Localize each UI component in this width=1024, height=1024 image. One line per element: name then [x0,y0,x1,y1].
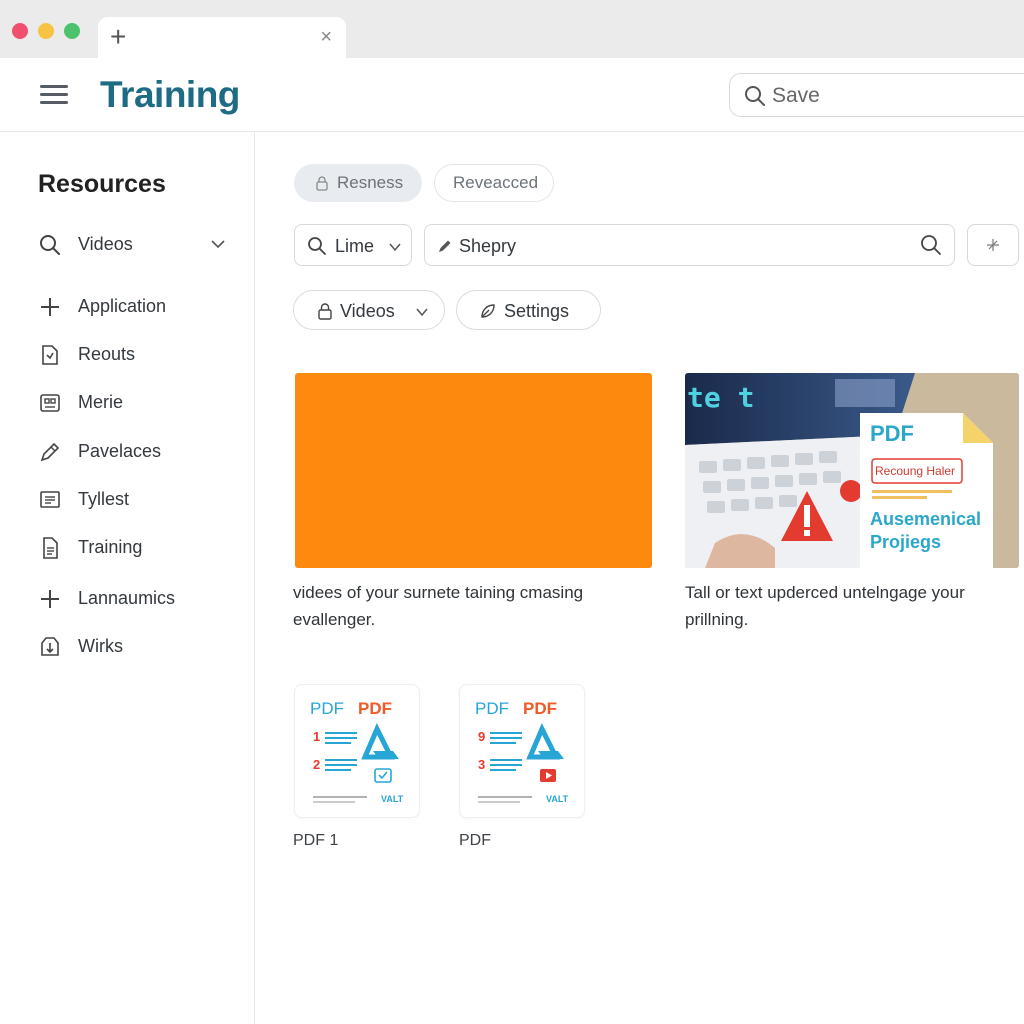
video-card-description-2: Tall or text upderced untelngage your pr… [685,583,965,629]
search-icon [308,237,326,255]
sidebar-item-label: Training [78,537,143,557]
sidebar: Resources Videos Application Reouts Meri… [0,132,255,1024]
tab-label: Resness [337,173,404,192]
pdf-thumbnail-2[interactable]: PDF PDF 9 3 VALT [459,684,585,818]
doc-heading-1: Ausemenical [870,509,982,529]
doc-tag: Recoung Haler [875,464,956,478]
search-input[interactable] [772,82,1022,110]
sidebar-item-label: Wirks [78,636,123,656]
settings-chip[interactable]: Settings [456,290,601,330]
sidebar-item-label: Lannaumics [78,588,176,608]
sidebar-item-merie[interactable]: Merie [38,388,238,418]
pdf-footer: VALT [381,794,404,804]
tab-label: Reveacced [453,173,539,192]
sparkle-icon [987,239,999,251]
chevron-down-icon[interactable] [210,236,226,252]
sidebar-item-wirks[interactable]: Wirks [38,632,238,662]
document-icon [42,345,58,365]
sidebar-item-label: Application [78,296,167,316]
close-window-button[interactable] [12,23,28,39]
sidebar-item-videos[interactable]: Videos [38,230,238,260]
maximize-window-button[interactable] [64,23,80,39]
pdf-caption-2: PDF [459,832,491,849]
search-icon [745,86,765,106]
lock-icon [318,303,332,320]
app-header: Training [0,58,1024,132]
sidebar-item-reouts[interactable]: Reouts [38,340,238,370]
lock-icon [316,176,328,191]
sidebar-item-label: Videos [78,234,133,254]
sidebar-title: Resources [38,170,166,198]
video-card-description-1: videes of your surnete taining cmasing e… [293,583,584,629]
chip-label: Settings [504,301,570,321]
grid-icon [40,394,60,412]
sidebar-item-label: Reouts [78,344,136,364]
list-icon [40,491,60,508]
pencil-icon [40,442,60,462]
sidebar-item-tyllest[interactable]: Tyllest [38,485,238,515]
minimize-window-button[interactable] [38,23,54,39]
chevron-down-icon [416,308,428,317]
dropdown-label: Lime [335,236,375,256]
pdf-thumbnail-1[interactable]: PDF PDF 1 2 VALT [294,684,420,818]
sidebar-item-label: Tyllest [78,489,130,509]
sidebar-item-label: Merie [78,392,124,412]
filter-search-field[interactable]: Shepry [424,224,955,266]
plus-icon [41,298,59,316]
pdf-caption-1: PDF 1 [293,832,339,849]
file-icon [43,537,58,559]
filter-options-button[interactable] [967,224,1019,266]
pencil-icon [439,240,451,252]
tab-resness[interactable]: Resness [294,164,422,202]
video-card-thumbnail-2[interactable]: te t PDF Recoung Haler Ausemenical Proji… [685,373,1019,568]
close-tab-icon[interactable]: × [320,27,332,47]
sidebar-item-application[interactable]: Application [38,292,238,322]
lime-dropdown[interactable]: Lime [294,224,412,266]
screen-text: te t [687,381,755,414]
tab-reveacced[interactable]: Reveacced [434,164,554,202]
chip-label: Videos [340,301,395,321]
doc-title: PDF [870,421,914,446]
browser-chrome: + × [0,0,1024,59]
plus-icon [41,590,59,608]
upload-icon [41,637,59,656]
chevron-down-icon [389,243,401,252]
leaf-icon [481,304,495,318]
videos-chip[interactable]: Videos [293,290,445,330]
page-title: Training [100,74,240,115]
sidebar-item-pavelaces[interactable]: Pavelaces [38,437,238,467]
video-card-thumbnail-1[interactable] [295,373,652,568]
new-tab-icon[interactable]: + [110,23,126,51]
search-icon [40,235,60,255]
sidebar-item-lannaumics[interactable]: Lannaumics [38,584,238,614]
search-icon[interactable] [920,234,942,256]
pdf-footer: VALT [546,794,569,804]
header-search[interactable] [729,73,1024,117]
filter-search-value[interactable]: Shepry [459,236,516,257]
menu-icon[interactable] [40,85,68,105]
sidebar-item-training[interactable]: Training [38,533,238,563]
sidebar-item-label: Pavelaces [78,441,162,461]
doc-heading-2: Projiegs [870,532,942,552]
browser-tab[interactable]: + × [98,17,346,59]
